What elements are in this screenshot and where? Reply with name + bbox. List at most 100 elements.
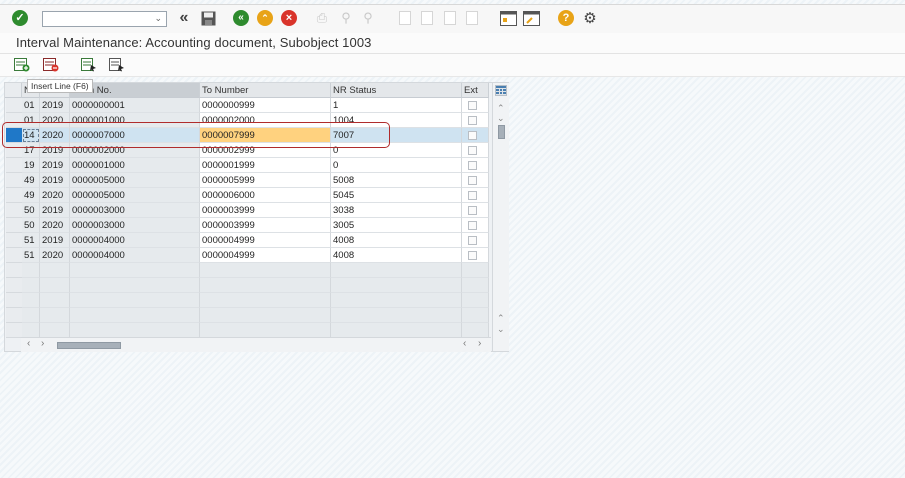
new-session-icon[interactable] [499,9,517,27]
cell-to[interactable]: 0000004999 [200,248,331,263]
next-page-icon[interactable] [441,9,459,27]
cell-to[interactable]: 0000006000 [200,188,331,203]
cell-ext[interactable] [462,143,489,158]
scroll-left-icon[interactable]: ‹ [27,338,30,349]
cell-ext[interactable] [462,233,489,248]
previous-page-icon[interactable] [418,9,436,27]
cell-ext[interactable] [462,248,489,263]
row-selector[interactable] [6,143,22,158]
col-header-status[interactable]: NR Status [331,83,462,98]
shortcut-icon[interactable] [522,9,540,27]
table-row[interactable]: 49 2019 0000005000 0000005999 5008 [5,173,489,188]
cell-status[interactable]: 1004 [331,113,462,128]
scroll-down-icon[interactable]: ⌄ [497,113,505,124]
scroll-right-icon[interactable]: › [41,338,44,349]
back-icon[interactable]: « [232,9,250,27]
horizontal-scrollbar[interactable]: ‹ › ‹ › [21,337,491,352]
row-selector[interactable] [6,278,22,293]
row-selector[interactable] [6,188,22,203]
cell-to[interactable]: 0000000999 [200,98,331,113]
ext-checkbox[interactable] [468,161,477,170]
ext-checkbox[interactable] [468,236,477,245]
cell-to[interactable]: 0000002000 [200,113,331,128]
ext-checkbox[interactable] [468,206,477,215]
row-selector[interactable] [6,128,22,143]
cell-to[interactable]: 0000003999 [200,203,331,218]
select-all-header[interactable] [5,83,22,98]
cell-status[interactable]: 4008 [331,248,462,263]
table-row[interactable]: 17 2019 0000002000 0000002999 0 [5,143,489,158]
dropdown-icon[interactable]: ⌄ [154,13,162,24]
table-row[interactable]: 01 2019 0000000001 0000000999 1 [5,98,489,113]
vertical-scrollbar[interactable]: ⌃ ⌄ ⌃ ⌄ [492,83,509,351]
delete-line-icon[interactable] [42,57,60,73]
deselect-all-icon[interactable] [108,57,126,73]
cell-status[interactable]: 0 [331,143,462,158]
cell-ext[interactable] [462,113,489,128]
cell-status[interactable]: 4008 [331,233,462,248]
cancel-icon[interactable]: × [280,9,298,27]
empty-table-row[interactable] [5,278,489,293]
cell-status[interactable]: 5008 [331,173,462,188]
find-next-icon[interactable]: ⚲ [359,9,377,27]
scroll-down-bottom-icon[interactable]: ⌄ [497,324,505,335]
cell-ext[interactable] [462,98,489,113]
save-icon[interactable] [199,9,217,27]
last-page-icon[interactable] [463,9,481,27]
empty-table-row[interactable] [5,293,489,308]
cell-ext[interactable] [462,128,489,143]
cell-status[interactable]: 5045 [331,188,462,203]
print-icon[interactable]: ⎙ [313,9,331,27]
table-row[interactable]: 14 2020 0000007000 0000007999 7007 [5,128,489,143]
cell-ext[interactable] [462,173,489,188]
empty-table-row[interactable] [5,263,489,278]
table-row[interactable]: 50 2019 0000003000 0000003999 3038 [5,203,489,218]
row-selector[interactable] [6,308,22,323]
ext-checkbox[interactable] [468,251,477,260]
ext-checkbox[interactable] [468,191,477,200]
scroll-right-end-icon[interactable]: › [478,338,481,349]
cell-status[interactable]: 1 [331,98,462,113]
cell-to[interactable]: 0000004999 [200,233,331,248]
row-selector[interactable] [6,173,22,188]
scroll-up-bottom-icon[interactable]: ⌃ [497,313,505,324]
ext-checkbox[interactable] [468,146,477,155]
row-selector[interactable] [6,263,22,278]
cell-ext[interactable] [462,203,489,218]
cell-to[interactable]: 0000005999 [200,173,331,188]
scroll-left-end-icon[interactable]: ‹ [463,338,466,349]
row-selector[interactable] [6,203,22,218]
table-row[interactable]: 50 2020 0000003000 0000003999 3005 [5,218,489,233]
empty-table-row[interactable] [5,308,489,323]
enter-icon[interactable]: ✓ [11,9,29,27]
cell-ext[interactable] [462,158,489,173]
first-page-icon[interactable] [396,9,414,27]
cell-ext[interactable] [462,218,489,233]
row-selector[interactable] [6,233,22,248]
cell-status[interactable]: 7007 [331,128,462,143]
row-selector[interactable] [6,248,22,263]
ext-checkbox[interactable] [468,101,477,110]
command-field[interactable]: ⌄ [42,11,167,27]
cell-to[interactable]: 0000007999 [200,128,331,143]
column-settings-icon[interactable] [495,85,507,96]
cell-status[interactable]: 0 [331,158,462,173]
row-selector[interactable] [6,323,22,338]
ext-checkbox[interactable] [468,176,477,185]
find-icon[interactable]: ⚲ [337,9,355,27]
select-all-icon[interactable] [80,57,98,73]
table-row[interactable]: 19 2019 0000001000 0000001999 0 [5,158,489,173]
table-row[interactable]: 51 2019 0000004000 0000004999 4008 [5,233,489,248]
row-selector[interactable] [6,218,22,233]
empty-table-row[interactable] [5,323,489,338]
settings-icon[interactable]: ⚙ [581,9,599,27]
cell-status[interactable]: 3038 [331,203,462,218]
vertical-scroll-thumb[interactable] [498,125,505,139]
cell-ext[interactable] [462,188,489,203]
row-selector[interactable] [6,98,22,113]
insert-line-icon[interactable] [13,57,31,73]
table-row[interactable]: 01 2020 0000001000 0000002000 1004 [5,113,489,128]
col-header-to[interactable]: To Number [200,83,331,98]
ext-checkbox[interactable] [468,116,477,125]
help-icon[interactable]: ? [557,9,575,27]
